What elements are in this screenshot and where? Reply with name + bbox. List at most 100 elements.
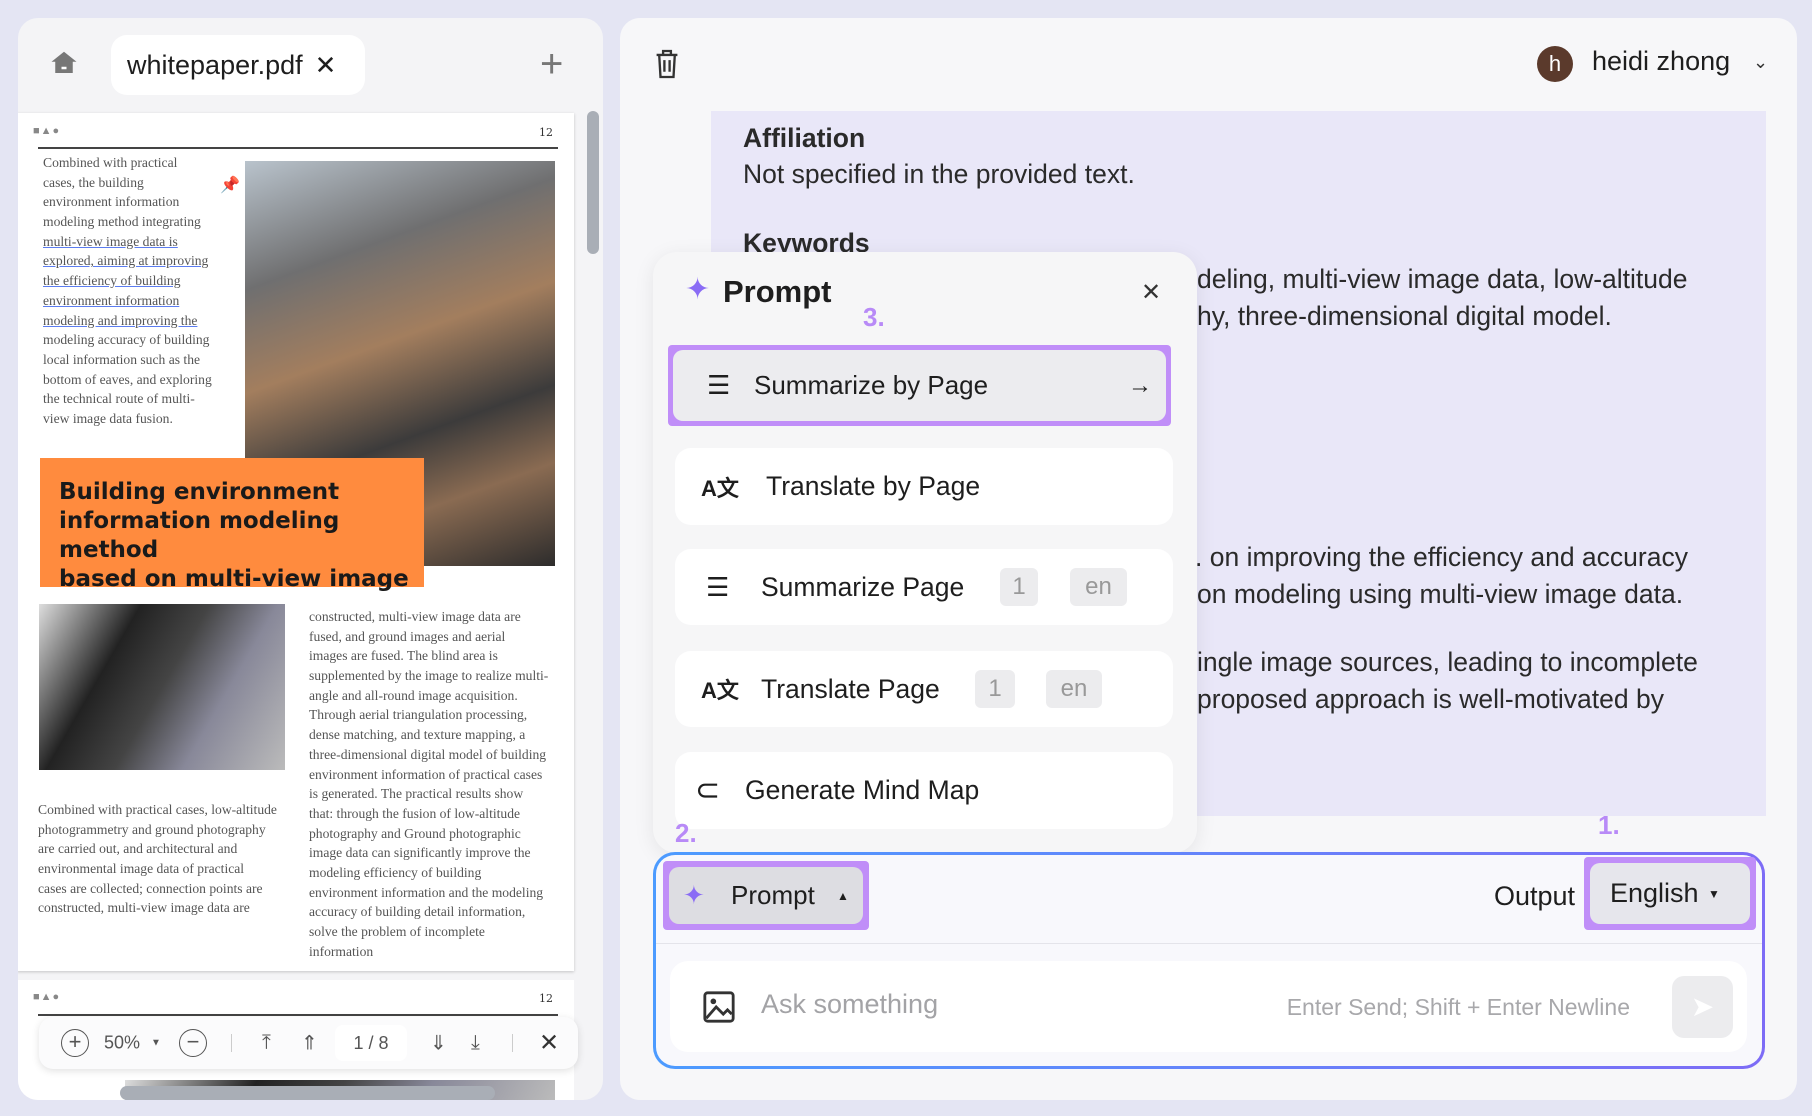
prompt-popup: ✦ Prompt ✕ 3. ☰ Summarize by Page → A文 T… [653,252,1197,853]
divider [231,1034,232,1052]
text-line: local information such as the [43,351,201,367]
translate-page-item[interactable]: A文 Translate Page 1 en [675,651,1173,727]
highlight-step-3: ☰ Summarize by Page → [668,345,1171,426]
chevron-down-icon[interactable]: ⌄ [1753,52,1768,73]
page-number: 12 [539,126,553,139]
tab-whitepaper[interactable]: whitepaper.pdf ✕ [111,35,365,95]
zoom-in-icon[interactable]: + [61,1029,89,1057]
item-label: Summarize by Page [754,370,989,400]
text-line: cases, the building [43,174,144,190]
send-button[interactable]: ➤ [1672,976,1733,1038]
image-upload-icon[interactable] [702,990,736,1024]
text-fragment: . on improving the efficiency and accura… [1195,542,1688,572]
text-line: environment information of practical cas… [309,766,543,782]
text-fragment: deling, multi-view image data, low-altit… [1197,264,1688,294]
step-2-label: 2. [675,818,697,848]
language-badge[interactable]: en [1046,670,1102,708]
zoom-out-icon[interactable]: − [179,1029,207,1057]
step-3-label: 3. [863,302,885,332]
trash-icon[interactable] [654,48,680,80]
summarize-page-item[interactable]: ☰ Summarize Page 1 en [675,549,1173,625]
input-placeholder: Ask something [761,989,939,1019]
title-line: Building environment [59,479,340,505]
summarize-by-page-item[interactable]: ☰ Summarize by Page → [673,350,1166,421]
sparkle-icon: ✦ [685,273,711,306]
text-line: modeling efficiency of building [309,864,482,880]
text-fragment: ingle image sources, leading to incomple… [1197,647,1698,677]
vertical-scrollbar[interactable] [587,111,599,254]
language-value: English [1610,878,1699,908]
left-column-text: Combined with practical cases, the buildi… [43,153,212,429]
highlight-step-2: ✦ Prompt ▲ [663,861,869,930]
text-line: are carried out, and architectural and [38,841,238,857]
language-badge[interactable]: en [1070,568,1127,606]
text-line: constructed, multi-view image data are [309,609,521,624]
last-page-icon[interactable]: ⤓ [471,1032,480,1055]
text-line: modeling and improving the [43,312,198,328]
text-line: explored, aiming at improving [43,253,209,269]
input-hint: Enter Send; Shift + Enter Newline [1286,994,1630,1020]
mind-map-icon: ⊂ [695,774,721,807]
text-fragment: hy, three-dimensional digital model. [1197,301,1612,331]
add-tab-icon[interactable]: + [540,42,563,87]
title-line: information modeling method [59,508,340,563]
right-column-text: constructed, multi-view image data are fu… [309,607,548,961]
item-label: Generate Mind Map [745,775,980,805]
text-line: environment information and the modeling [309,884,544,900]
text-line: photogrammetry and ground photography [38,821,266,837]
close-popup-icon[interactable]: ✕ [1141,278,1161,307]
header-rule [38,147,558,149]
text-line: cases are collected; connection points a… [38,880,263,896]
close-toolbar-icon[interactable]: ✕ [539,1029,559,1058]
zoom-level[interactable]: 50% [104,1033,140,1054]
user-name[interactable]: heidi zhong [1592,46,1730,77]
affiliation-heading: Affiliation [743,123,866,153]
page-badge[interactable]: 1 [1000,568,1038,606]
highlight-step-1: English ▼ [1584,857,1756,930]
pin-icon[interactable]: 📌 [220,175,240,195]
horizontal-scrollbar[interactable] [120,1086,495,1100]
tab-label: whitepaper.pdf [127,49,303,80]
text-line: photography and Ground photographic [309,825,521,841]
close-tab-icon[interactable]: ✕ [315,50,337,81]
composer: ✦ Prompt ▲ Output English ▼ Ask somethin… [653,852,1765,1069]
text-line: the technical route of multi- [43,391,195,407]
generate-mind-map-item[interactable]: ⊂ Generate Mind Map [675,752,1173,829]
text-line: information [309,943,374,959]
page-number: 12 [539,992,553,1005]
arrow-right-icon: → [1128,371,1152,399]
language-select[interactable]: English ▼ [1590,863,1750,924]
page-badge[interactable]: 1 [975,670,1015,708]
caret-down-icon: ▼ [1708,886,1720,901]
text-line: Combined with practical [43,155,178,170]
list-icon: ☰ [706,571,730,602]
text-line: supplemented by the image to realize mul… [309,668,549,684]
zoom-dropdown-icon[interactable]: ▼ [151,1038,161,1049]
text-line: Combined with practical cases, low-altit… [38,802,277,817]
item-label: Translate Page [761,673,940,704]
text-line: constructed, multi-view image data are [38,900,250,916]
text-line: modeling method integrating [43,214,201,230]
text-line: accuracy of building detail information, [309,904,526,920]
avatar[interactable]: h [1537,46,1573,82]
translate-by-page-item[interactable]: A文 Translate by Page [675,448,1173,525]
next-page-icon[interactable]: ⇓ [430,1031,447,1056]
page-indicator[interactable]: 1 / 8 [335,1025,407,1061]
text-line: environment information [43,194,180,210]
title-line: based on multi-view image [59,566,409,592]
prompt-button[interactable]: ✦ Prompt ▲ [669,867,863,924]
pdf-toolbar: + 50% ▼ − ⤒ ⇑ 1 / 8 ⇓ ⤓ ✕ [39,1017,578,1069]
text-line: Through aerial triangulation processing, [309,707,528,723]
caret-up-icon: ▲ [837,888,849,903]
text-line: that: through the fusion of low-altitude [309,805,521,821]
first-page-icon[interactable]: ⤒ [262,1032,271,1055]
text-line: the efficiency of building [43,273,181,289]
previous-page-icon[interactable]: ⇑ [301,1031,318,1056]
home-icon[interactable] [49,48,79,78]
text-line: bottom of eaves, and exploring [43,371,212,387]
page-header-icons: ■▲● [33,125,61,137]
text-fragment: on modeling using multi-view image data. [1197,579,1684,609]
text-line: multi-view image data is [43,233,178,249]
affiliation-text: Not specified in the provided text. [743,159,1135,189]
message-input[interactable]: Ask something Enter Send; Shift + Enter … [670,961,1747,1052]
